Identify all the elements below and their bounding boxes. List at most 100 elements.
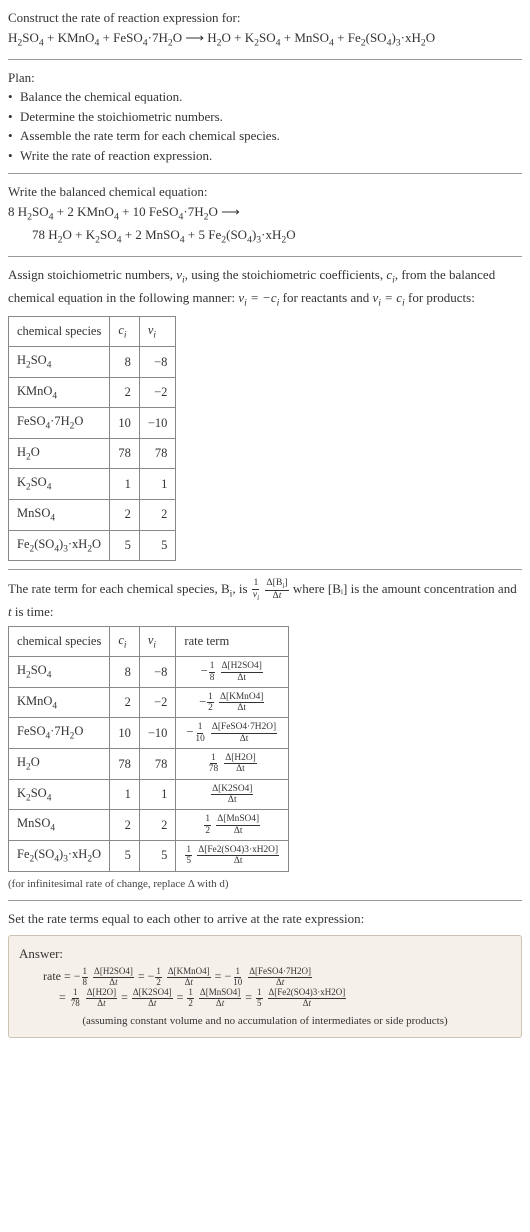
rhs: H2O + K2SO4 + MnSO4 + Fe2(SO4)3·xH2O: [207, 30, 435, 45]
cell-v: −10: [139, 718, 176, 749]
bullet-icon: •: [8, 87, 20, 107]
col-species: chemical species: [9, 316, 110, 347]
list-item: •Determine the stoichiometric numbers.: [8, 107, 522, 127]
assign-section: Assign stoichiometric numbers, νi, using…: [8, 265, 522, 561]
table-row: KMnO4 2 −2 −12 Δ[KMnO4]Δt: [9, 687, 289, 718]
cell-rate: 15 Δ[Fe2(SO4)3·xH2O]Δt: [176, 840, 289, 871]
table-note: (for infinitesimal rate of change, repla…: [8, 876, 522, 893]
cell-species: KMnO4: [9, 687, 110, 718]
cell-species: Fe2(SO4)3·xH2O: [9, 530, 110, 561]
cell-v: −8: [139, 657, 176, 688]
cell-c: 10: [110, 718, 140, 749]
table-row: MnSO422: [9, 499, 176, 530]
cell-species: K2SO4: [9, 779, 110, 810]
table-row: H2O7878: [9, 438, 176, 469]
col-rate: rate term: [176, 626, 289, 657]
cell-c: 1: [110, 779, 140, 810]
nu-symbol: νi: [176, 267, 185, 282]
table-row: KMnO42−2: [9, 377, 176, 408]
balance-heading: Write the balanced chemical equation:: [8, 182, 522, 202]
cell-species: MnSO4: [9, 499, 110, 530]
table-row: K2SO4 1 1 Δ[K2SO4]Δt: [9, 779, 289, 810]
answer-note: (assuming constant volume and no accumul…: [19, 1013, 511, 1030]
cell-v: −2: [139, 377, 176, 408]
final-heading: Set the rate terms equal to each other t…: [8, 909, 522, 929]
cell-c: 5: [110, 530, 140, 561]
txt: for reactants and: [279, 290, 372, 305]
cell-c: 2: [110, 377, 140, 408]
cell-rate: Δ[K2SO4]Δt: [176, 779, 289, 810]
bullet-icon: •: [8, 146, 20, 166]
cell-v: 78: [139, 438, 176, 469]
cell-c: 5: [110, 840, 140, 871]
plan-heading: Plan:: [8, 68, 522, 88]
table-row: H2SO4 8 −8 −18 Δ[H2SO4]Δt: [9, 657, 289, 688]
cell-c: 2: [110, 687, 140, 718]
cell-v: 2: [139, 499, 176, 530]
plan-item-text: Assemble the rate term for each chemical…: [20, 126, 280, 146]
col-species: chemical species: [9, 626, 110, 657]
cell-c: 1: [110, 469, 140, 500]
table-row: MnSO4 2 2 12 Δ[MnSO4]Δt: [9, 810, 289, 841]
table-row: Fe2(SO4)3·xH2O55: [9, 530, 176, 561]
cell-v: 1: [139, 469, 176, 500]
list-item: •Assemble the rate term for each chemica…: [8, 126, 522, 146]
txt: The rate term for each chemical species,…: [8, 581, 230, 596]
txt: for products:: [405, 290, 475, 305]
cell-species: MnSO4: [9, 810, 110, 841]
intro: Construct the rate of reaction expressio…: [8, 8, 522, 51]
cell-c: 2: [110, 499, 140, 530]
stoich-table: chemical species ci νi H2SO48−8 KMnO42−2…: [8, 316, 176, 562]
txt: , is: [232, 581, 250, 596]
list-item: •Write the rate of reaction expression.: [8, 146, 522, 166]
lhs: H2SO4 + KMnO4 + FeSO4·7H2O: [8, 30, 182, 45]
plan-item-text: Write the rate of reaction expression.: [20, 146, 212, 166]
bullet-icon: •: [8, 107, 20, 127]
relation: νi = −ci: [238, 290, 279, 305]
balanced-line1: 8 H2SO4 + 2 KMnO4 + 10 FeSO4·7H2O ⟶: [8, 202, 522, 225]
cell-v: −8: [139, 347, 176, 378]
cell-rate: 12 Δ[MnSO4]Δt: [176, 810, 289, 841]
final-section: Set the rate terms equal to each other t…: [8, 909, 522, 1038]
rate-term-table: chemical species ci νi rate term H2SO4 8…: [8, 626, 289, 872]
cell-rate: −12 Δ[KMnO4]Δt: [176, 687, 289, 718]
txt: where [Bᵢ] is the amount concentration a…: [293, 581, 517, 596]
sign: −: [201, 664, 208, 678]
balanced-equation-section: Write the balanced chemical equation: 8 …: [8, 182, 522, 248]
cell-rate: −110 Δ[FeSO4·7H2O]Δt: [176, 718, 289, 749]
divider: [8, 173, 522, 174]
cell-c: 8: [110, 347, 140, 378]
cell-rate: −18 Δ[H2SO4]Δt: [176, 657, 289, 688]
balanced-equation: 8 H2SO4 + 2 KMnO4 + 10 FeSO4·7H2O ⟶ 78 H…: [8, 202, 522, 248]
ci-symbol: ci: [386, 267, 395, 282]
cell-c: 10: [110, 408, 140, 439]
table-row: K2SO411: [9, 469, 176, 500]
cell-v: 5: [139, 530, 176, 561]
cell-species: H2O: [9, 749, 110, 780]
cell-species: FeSO4·7H2O: [9, 718, 110, 749]
sign: −: [199, 695, 206, 709]
cell-species: K2SO4: [9, 469, 110, 500]
cell-v: 5: [139, 840, 176, 871]
cell-species: H2SO4: [9, 347, 110, 378]
fraction: 1νi: [252, 578, 260, 602]
cell-species: FeSO4·7H2O: [9, 408, 110, 439]
cell-v: −2: [139, 687, 176, 718]
answer-label: Answer:: [19, 944, 511, 964]
divider: [8, 59, 522, 60]
cell-rate: 178 Δ[H2O]Δt: [176, 749, 289, 780]
table-row: Fe2(SO4)3·xH2O 5 5 15 Δ[Fe2(SO4)3·xH2O]Δ…: [9, 840, 289, 871]
cell-species: H2SO4: [9, 657, 110, 688]
divider: [8, 256, 522, 257]
arrow-icon: ⟶: [185, 30, 204, 45]
cell-species: H2O: [9, 438, 110, 469]
col-nu: νi: [139, 316, 176, 347]
relation: νi = ci: [373, 290, 405, 305]
txt: , using the stoichiometric coefficients,: [185, 267, 387, 282]
rate-expression-line1: rate = −18 Δ[H2SO4]Δt = −12 Δ[KMnO4]Δt =…: [19, 967, 511, 988]
cell-v: 2: [139, 810, 176, 841]
plan-item-text: Balance the chemical equation.: [20, 87, 182, 107]
cell-species: KMnO4: [9, 377, 110, 408]
fraction: Δ[Bi]Δt: [265, 578, 288, 602]
unbalanced-equation: H2SO4 + KMnO4 + FeSO4·7H2O ⟶ H2O + K2SO4…: [8, 28, 522, 51]
